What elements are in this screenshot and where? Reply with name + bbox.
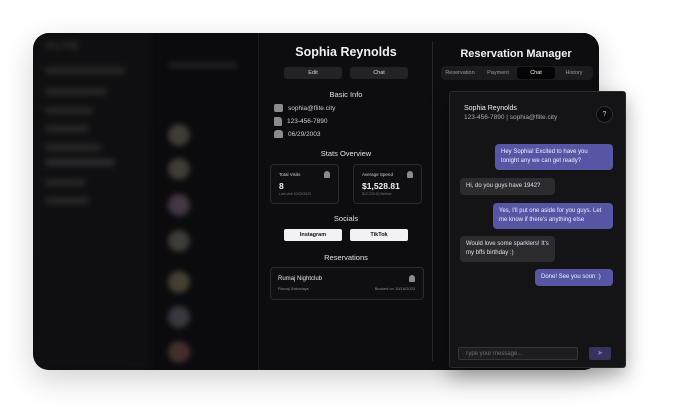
stat-label: Total Visits	[279, 172, 301, 177]
blurred-avatar	[168, 124, 190, 146]
average-spend-card: Average Spend $1,528.81 $12,230.54 lifet…	[353, 164, 422, 204]
guest-name: Sophia Reynolds	[295, 45, 397, 59]
blurred-avatar	[168, 341, 190, 363]
help-icon[interactable]: ?	[596, 106, 613, 123]
phone-value: 123-456-7890	[287, 117, 328, 125]
message-incoming: Hi, do you guys have 1942?	[460, 178, 555, 195]
message-outgoing: Hey Sophia! Excited to have you tonight …	[495, 144, 613, 170]
stat-value: $1,528.81	[362, 181, 400, 191]
reservation-booked-date: Booked on 10/16/2023	[374, 286, 415, 291]
instagram-button[interactable]: Instagram	[284, 229, 342, 241]
chat-button[interactable]: Chat	[350, 67, 408, 79]
manager-tabs: Reservation Payment Chat History	[441, 66, 593, 80]
tab-history[interactable]: History	[555, 66, 593, 80]
stat-sub: $12,230.54 lifetime	[362, 192, 392, 196]
reservation-icon	[409, 275, 415, 282]
mail-icon	[274, 104, 283, 112]
chat-panel: Sophia Reynolds 123-456-7890 | sophia@fl…	[449, 91, 626, 368]
blurred-nav-item	[45, 159, 115, 166]
blurred-nav-item	[45, 88, 107, 95]
chat-contact-name: Sophia Reynolds	[464, 105, 517, 112]
blurred-sidebar: FLITE	[33, 33, 151, 370]
email-value: sophia@flite.city	[288, 104, 336, 112]
tab-reservation[interactable]: Reservation	[441, 66, 479, 80]
reservation-event: Rumaj Saturdays	[278, 286, 309, 291]
send-icon: ➤	[597, 350, 603, 357]
edit-button[interactable]: Edit	[284, 67, 342, 79]
tab-payment[interactable]: Payment	[479, 66, 517, 80]
send-button[interactable]: ➤	[589, 347, 611, 360]
message-outgoing: Done! See you soon :)	[535, 269, 613, 286]
chat-contact-details: 123-456-7890 | sophia@flite.city	[464, 114, 558, 121]
spend-icon	[407, 171, 413, 178]
blurred-header	[168, 62, 238, 68]
reservation-card[interactable]: Rumaj Nightclub Rumaj Saturdays Booked o…	[270, 267, 424, 300]
stat-label: Average Spend	[362, 172, 393, 177]
tiktok-button[interactable]: TikTok	[350, 229, 408, 241]
blurred-nav-item	[45, 107, 93, 114]
blurred-avatar	[168, 194, 190, 216]
message-input[interactable]	[458, 347, 578, 360]
birthday-row: 06/29/2003	[274, 129, 321, 139]
reservation-venue: Rumaj Nightclub	[278, 276, 323, 282]
phone-icon	[274, 116, 282, 126]
guest-profile-panel: Sophia Reynolds Edit Chat Basic Info sop…	[258, 33, 433, 370]
reservations-heading: Reservations	[324, 253, 368, 262]
basic-info-heading: Basic Info	[329, 90, 363, 99]
message-outgoing: Yes, I'll put one aside for you guys. Le…	[493, 203, 613, 229]
phone-row: 123-456-7890	[274, 116, 327, 126]
stat-value: 8	[279, 181, 284, 191]
blurred-avatar	[168, 306, 190, 328]
visits-icon	[324, 171, 330, 178]
reservation-manager-title: Reservation Manager	[460, 48, 572, 60]
blurred-nav-item	[45, 179, 85, 186]
app-logo: FLITE	[47, 41, 80, 52]
blurred-avatar	[168, 271, 190, 293]
stats-heading: Stats Overview	[320, 149, 372, 158]
socials-heading: Socials	[333, 214, 359, 223]
total-visits-card: Total Visits 8 Last visit 10/02/2023	[270, 164, 339, 204]
blurred-nav-item	[45, 144, 101, 151]
message-incoming: Would love some sparklers! It's my bffs …	[460, 236, 555, 262]
cake-icon	[274, 130, 283, 138]
blurred-nav-item	[45, 197, 89, 204]
blurred-background-app: FLITE	[33, 33, 258, 370]
email-row: sophia@flite.city	[274, 103, 335, 113]
blurred-nav-item	[45, 67, 125, 74]
blurred-avatar	[168, 230, 190, 252]
blurred-avatar	[168, 158, 190, 180]
blurred-nav-item	[45, 125, 89, 132]
birthday-value: 06/29/2003	[288, 130, 321, 138]
tab-chat[interactable]: Chat	[517, 67, 555, 79]
stat-sub: Last visit 10/02/2023	[279, 192, 312, 196]
